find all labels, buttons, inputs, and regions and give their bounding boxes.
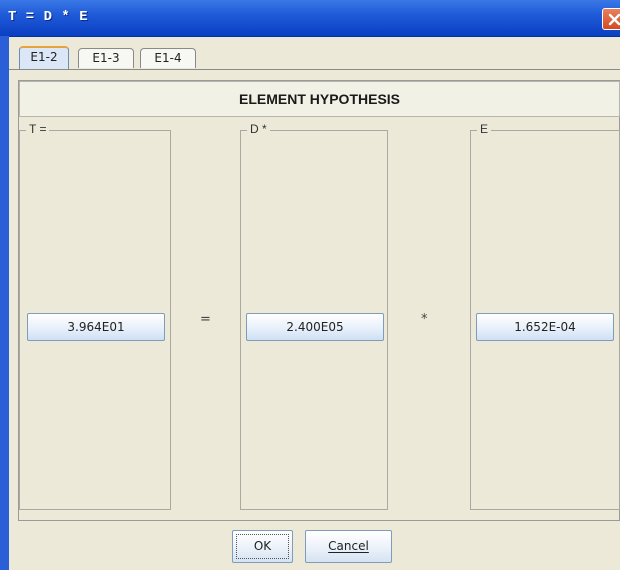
header-box: ELEMENT HYPOTHESIS [19, 81, 620, 117]
group-label-d: D * [247, 122, 270, 136]
cancel-button-label: Cancel [328, 539, 369, 553]
value-button-e[interactable]: 1.652E-04 [476, 313, 614, 341]
window-left-border [0, 36, 9, 570]
tab-strip: E1-2 E1-3 E1-4 [9, 40, 620, 70]
group-label-e: E [477, 122, 492, 136]
window-title: T = D * E [8, 9, 89, 25]
tab-e1-3[interactable]: E1-3 [78, 48, 134, 68]
ok-button[interactable]: OK [232, 530, 293, 563]
tab-e1-4[interactable]: E1-4 [140, 48, 196, 68]
tab-label: E1-2 [30, 50, 58, 64]
title-bar[interactable]: T = D * E [0, 0, 620, 37]
times-operator: * [421, 312, 428, 327]
tab-label: E1-3 [92, 51, 120, 65]
group-label-t: T = [26, 122, 50, 136]
page-title: ELEMENT HYPOTHESIS [238, 91, 401, 107]
dialog-window: T = D * E E1-2 E1-3 E1-4 ELEMENT HYPOTHE… [0, 0, 620, 570]
cancel-button[interactable]: Cancel [305, 530, 392, 563]
value-button-t[interactable]: 3.964E01 [27, 313, 165, 341]
equals-operator: = [200, 312, 211, 327]
tab-divider [9, 69, 620, 70]
tab-e1-2[interactable]: E1-2 [19, 46, 69, 69]
value-button-d[interactable]: 2.400E05 [246, 313, 384, 341]
close-icon[interactable] [602, 8, 620, 30]
tab-label: E1-4 [154, 51, 182, 65]
